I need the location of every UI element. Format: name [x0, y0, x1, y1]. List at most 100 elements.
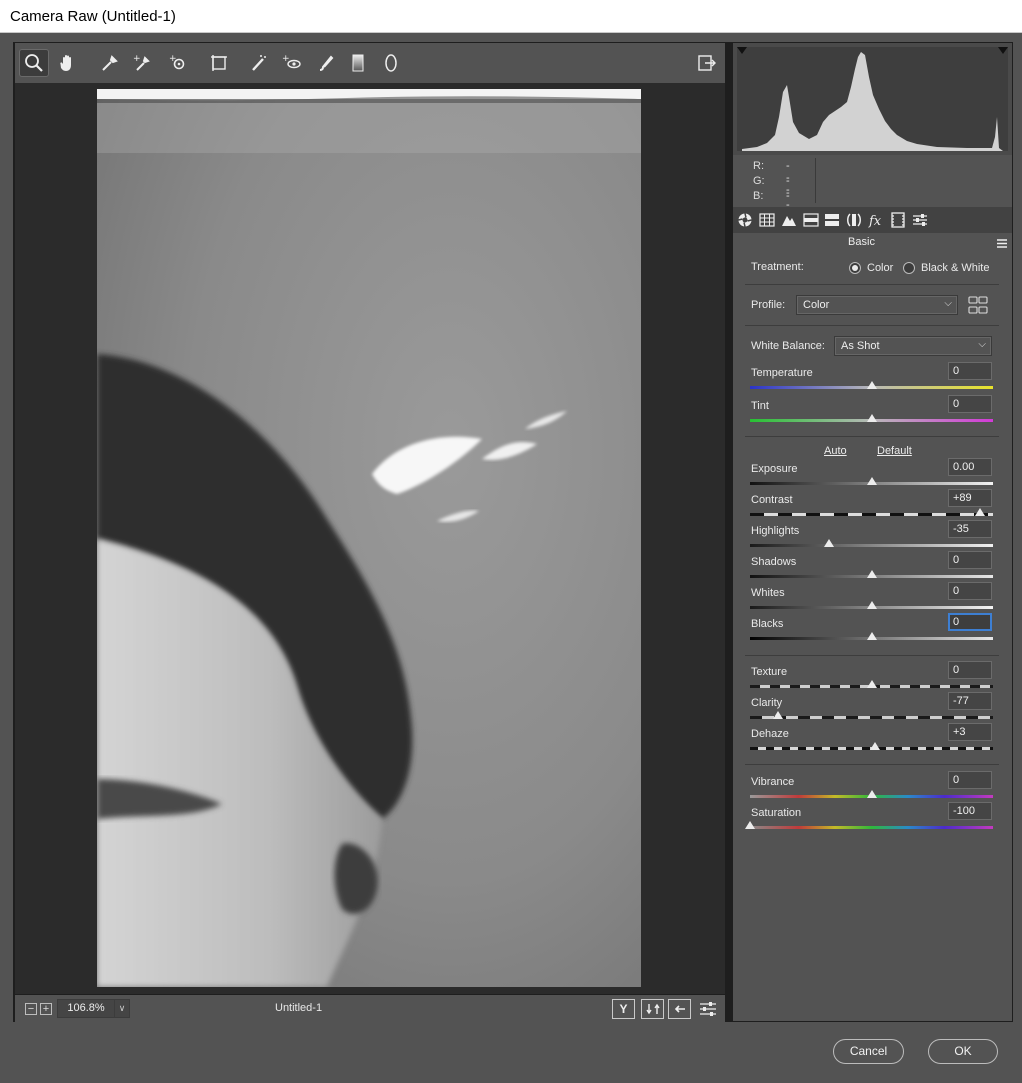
white-balance-eyedropper-icon[interactable] [95, 49, 125, 77]
toolbar: + + + [15, 43, 725, 83]
shadows-label: Shadows [751, 556, 797, 568]
before-after-view-button[interactable]: Y [612, 999, 635, 1019]
exposure-label: Exposure [751, 463, 798, 475]
highlights-slider-track[interactable] [750, 544, 993, 547]
clarity-slider-thumb[interactable] [772, 711, 783, 719]
profile-label: Profile: [751, 299, 786, 311]
vibrance-slider-thumb[interactable] [866, 790, 877, 798]
toggle-settings-icon[interactable] [695, 995, 721, 1023]
treatment-color-radio[interactable] [849, 262, 861, 274]
rgb-readout: R:--- G:--- B:--- [733, 155, 1012, 226]
zoom-out-button[interactable]: − [25, 1003, 37, 1015]
dehaze-value-input[interactable]: +3 [948, 723, 992, 741]
panel-tabs: fx [733, 207, 1012, 233]
swap-settings-button[interactable] [641, 999, 664, 1019]
vibrance-value-input[interactable]: 0 [948, 771, 992, 789]
cancel-button[interactable]: Cancel [833, 1039, 904, 1064]
ok-button[interactable]: OK [928, 1039, 998, 1064]
highlights-slider-thumb[interactable] [823, 539, 834, 547]
hand-tool-icon[interactable] [53, 49, 83, 77]
saturation-slider-thumb[interactable] [745, 821, 755, 829]
split-toning-tab-icon[interactable] [823, 211, 841, 229]
auto-link[interactable]: Auto [824, 445, 847, 457]
red-eye-icon[interactable]: + [277, 49, 307, 77]
spot-removal-icon[interactable] [244, 49, 274, 77]
b-label: B: [753, 190, 764, 202]
dehaze-label: Dehaze [751, 728, 789, 740]
exposure-value-input[interactable]: 0.00 [948, 458, 992, 476]
svg-text:fx: fx [868, 214, 882, 228]
adjustment-brush-icon[interactable] [311, 49, 341, 77]
contrast-slider-track[interactable] [750, 513, 993, 516]
chevron-down-icon: ⌵ [978, 339, 986, 350]
contrast-label: Contrast [751, 494, 793, 506]
swap-icon [645, 1003, 660, 1015]
contrast-slider-thumb[interactable] [974, 508, 985, 516]
lens-corrections-tab-icon[interactable] [845, 211, 863, 229]
targeted-adjustment-icon[interactable]: + [163, 49, 193, 77]
whites-slider-thumb[interactable] [866, 601, 877, 609]
color-sampler-icon[interactable]: + [127, 49, 157, 77]
texture-value-input[interactable]: 0 [948, 661, 992, 679]
profile-select[interactable]: Color ⌵ [796, 295, 958, 315]
white-balance-select[interactable]: As Shot ⌵ [834, 336, 992, 356]
open-preferences-icon[interactable] [691, 49, 721, 77]
temperature-value-input[interactable]: 0 [948, 362, 992, 380]
panel-menu-icon[interactable] [997, 237, 1007, 251]
contrast-value-input[interactable]: +89 [948, 489, 992, 507]
white-balance-value: As Shot [841, 340, 880, 352]
treatment-bw-label[interactable]: Black & White [921, 262, 989, 274]
chevron-down-icon: ⌵ [944, 298, 952, 309]
copy-settings-button[interactable] [668, 999, 691, 1019]
zoom-in-button[interactable]: + [40, 1003, 52, 1015]
radial-filter-icon[interactable] [376, 49, 406, 77]
tone-curve-tab-icon[interactable] [758, 211, 776, 229]
tint-slider-thumb[interactable] [866, 414, 877, 422]
calibration-tab-icon[interactable] [889, 211, 907, 229]
panel-title: Basic [848, 236, 875, 248]
treatment-bw-radio[interactable] [903, 262, 915, 274]
status-bar: − + 106.8% ∨ Untitled-1 Y [15, 995, 725, 1022]
filename-label: Untitled-1 [275, 1002, 323, 1014]
clarity-slider-track[interactable] [750, 716, 993, 719]
blacks-value-input[interactable]: 0 [948, 613, 992, 631]
basic-tab-icon[interactable] [736, 211, 754, 229]
saturation-slider-track[interactable] [750, 826, 993, 829]
texture-slider-thumb[interactable] [866, 680, 877, 688]
clarity-label: Clarity [751, 697, 783, 709]
effects-tab-icon[interactable]: fx [867, 211, 885, 229]
zoom-dropdown[interactable]: ∨ [114, 999, 130, 1018]
blacks-slider-thumb[interactable] [866, 632, 877, 640]
hsl-tab-icon[interactable] [802, 211, 820, 229]
presets-tab-icon[interactable] [911, 211, 929, 229]
transform-icon[interactable] [204, 49, 234, 77]
clarity-value-input[interactable]: -77 [948, 692, 992, 710]
whites-label: Whites [751, 587, 785, 599]
graduated-filter-icon[interactable] [343, 49, 373, 77]
profile-value: Color [803, 299, 830, 311]
histogram [733, 43, 1012, 155]
treatment-color-label[interactable]: Color [867, 262, 893, 274]
default-link[interactable]: Default [877, 445, 912, 457]
zoom-tool-icon[interactable] [19, 49, 49, 77]
r-label: R: [753, 160, 764, 172]
saturation-value-input[interactable]: -100 [948, 802, 992, 820]
temperature-slider-thumb[interactable] [866, 381, 877, 389]
tint-value-input[interactable]: 0 [948, 395, 992, 413]
preview-image[interactable] [97, 89, 641, 987]
profile-browser-icon[interactable] [965, 292, 991, 318]
highlights-label: Highlights [751, 525, 800, 537]
shadows-value-input[interactable]: 0 [948, 551, 992, 569]
svg-text:+: + [133, 54, 141, 64]
dehaze-slider-thumb[interactable] [870, 742, 881, 750]
detail-tab-icon[interactable] [780, 211, 798, 229]
whites-value-input[interactable]: 0 [948, 582, 992, 600]
blacks-label: Blacks [751, 618, 784, 630]
shadows-slider-thumb[interactable] [866, 570, 877, 578]
g-label: G: [753, 175, 765, 187]
vibrance-label: Vibrance [751, 776, 795, 788]
zoom-level[interactable]: 106.8% [57, 999, 115, 1018]
highlights-value-input[interactable]: -35 [948, 520, 992, 538]
exposure-slider-thumb[interactable] [866, 477, 877, 485]
svg-text:+: + [282, 54, 290, 64]
